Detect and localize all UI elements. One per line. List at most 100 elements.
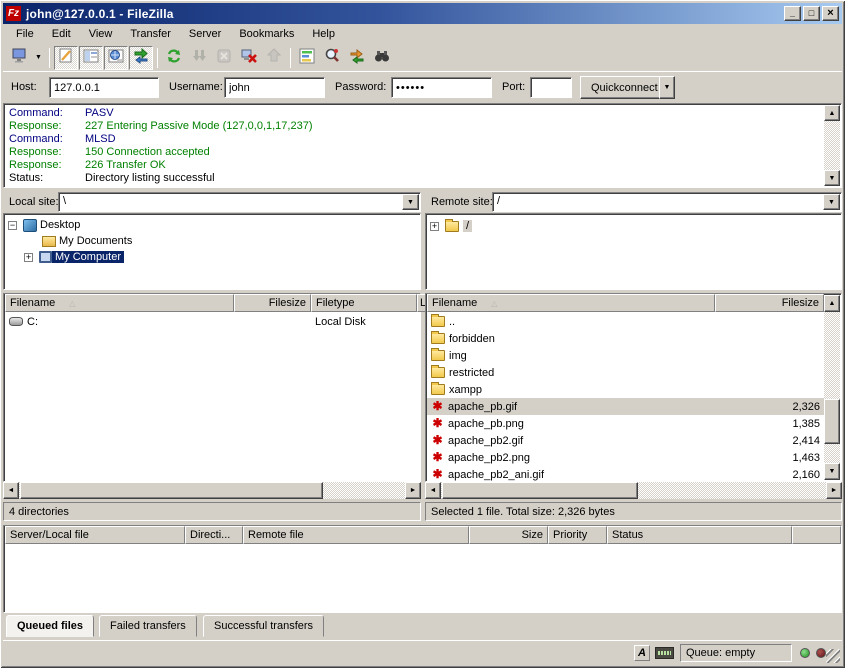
scroll-up-icon[interactable]: ▲ (824, 295, 840, 312)
image-file-icon: ✱ (431, 451, 444, 464)
site-manager-dropdown[interactable]: ▼ (32, 47, 45, 69)
scrollbar-thumb[interactable] (824, 399, 840, 444)
menu-file[interactable]: File (7, 26, 43, 42)
remote-column-filesize[interactable]: Filesize (715, 294, 824, 312)
queue-column-remote-file[interactable]: Remote file (243, 526, 469, 544)
scrollbar-thumb[interactable] (442, 482, 638, 499)
scroll-right-icon[interactable]: ► (826, 482, 842, 499)
menu-view[interactable]: View (80, 26, 122, 42)
toggle-log-button[interactable] (54, 46, 78, 70)
remote-file-row[interactable]: restricted (427, 364, 824, 381)
host-input[interactable] (49, 77, 159, 98)
local-column-filetype[interactable]: Filetype (311, 294, 417, 312)
expand-icon[interactable]: + (430, 222, 439, 231)
remote-file-row-selected[interactable]: ✱apache_pb.gif2,326 (427, 398, 824, 415)
expand-icon[interactable]: + (24, 253, 33, 262)
remote-file-row[interactable]: ✱apache_pb2.gif2,414 (427, 432, 824, 449)
log-line: Status:Directory listing successful (9, 172, 821, 186)
queue-column-size[interactable]: Size (469, 526, 548, 544)
toggle-local-tree-button[interactable] (79, 46, 103, 70)
site-manager-button[interactable] (7, 46, 31, 70)
remote-site-dropdown[interactable]: ▼ (823, 194, 840, 210)
queue-status-text: Queue: empty (686, 647, 755, 659)
image-file-icon: ✱ (431, 468, 444, 481)
local-column-filesize[interactable]: Filesize (234, 294, 311, 312)
folder-icon (431, 316, 445, 327)
toggle-remote-tree-button[interactable] (104, 46, 128, 70)
reconnect-button[interactable] (262, 46, 286, 70)
menu-bookmarks[interactable]: Bookmarks (230, 26, 303, 42)
transfer-type-icon[interactable]: A (634, 645, 650, 661)
remote-hscrollbar: ◄ ► (425, 482, 842, 499)
cancel-button[interactable] (212, 46, 236, 70)
remote-file-row[interactable]: forbidden (427, 330, 824, 347)
toggle-queue-button[interactable] (129, 46, 153, 70)
scroll-down-icon[interactable]: ▼ (824, 170, 840, 186)
scroll-left-icon[interactable]: ◄ (3, 482, 19, 499)
minimize-button[interactable]: _ (784, 6, 801, 21)
remote-file-row[interactable]: xampp (427, 381, 824, 398)
synchronized-browsing-icon (348, 47, 366, 68)
tab-failed-transfers[interactable]: Failed transfers (99, 615, 197, 637)
message-log-icon (57, 47, 75, 68)
local-file-row[interactable]: C: Local Disk (5, 313, 419, 330)
tab-successful-transfers[interactable]: Successful transfers (203, 615, 324, 637)
tree-item-my-documents[interactable]: My Documents (42, 233, 135, 249)
tree-item-desktop[interactable]: − Desktop (8, 217, 83, 233)
directory-comparison-icon (323, 47, 341, 68)
tree-item-root[interactable]: + / (430, 218, 472, 234)
local-status-bar: 4 directories (3, 502, 421, 521)
queue-column-priority[interactable]: Priority (548, 526, 607, 544)
local-site-dropdown[interactable]: ▼ (402, 194, 419, 210)
scroll-right-icon[interactable]: ► (405, 482, 421, 499)
disconnect-button[interactable] (237, 46, 261, 70)
password-label: Password: (335, 81, 386, 93)
remote-vscrollbar-track[interactable] (824, 295, 840, 480)
queue-column-direction[interactable]: Directi... (185, 526, 243, 544)
desktop-icon (23, 219, 37, 232)
scroll-up-icon[interactable]: ▲ (824, 105, 840, 121)
maximize-button[interactable]: □ (803, 6, 820, 21)
speed-limit-icon[interactable] (655, 647, 674, 659)
remote-pane-top: Remote site: / ▼ + / (425, 190, 842, 290)
title-bar[interactable]: Fz john@127.0.0.1 - FileZilla _ □ × (3, 3, 842, 24)
queue-column-status[interactable]: Status (607, 526, 792, 544)
menu-server[interactable]: Server (180, 26, 230, 42)
username-input[interactable] (224, 77, 325, 98)
filter-button[interactable] (295, 46, 319, 70)
quickconnect-button[interactable]: Quickconnect (580, 76, 669, 99)
menu-transfer[interactable]: Transfer (121, 26, 180, 42)
refresh-button[interactable] (162, 46, 186, 70)
log-line: Response:227 Entering Passive Mode (127,… (9, 120, 821, 134)
process-queue-icon (190, 47, 208, 68)
remote-file-row[interactable]: ✱apache_pb.png1,385 (427, 415, 824, 432)
local-site-combo[interactable]: \ (58, 192, 421, 212)
process-queue-button[interactable] (187, 46, 211, 70)
compare-button[interactable] (320, 46, 344, 70)
remote-file-row[interactable]: .. (427, 313, 824, 330)
scrollbar-thumb[interactable] (20, 482, 323, 499)
remote-site-combo[interactable]: / (492, 192, 842, 212)
queue-column-server-local-file[interactable]: Server/Local file (5, 526, 185, 544)
remote-file-row[interactable]: ✱apache_pb2.png1,463 (427, 449, 824, 466)
message-log: Command:PASV Response:227 Entering Passi… (3, 103, 842, 188)
app-logo-icon: Fz (6, 6, 21, 21)
port-input[interactable] (530, 77, 572, 98)
tab-queued-files[interactable]: Queued files (6, 615, 94, 637)
find-files-button[interactable] (370, 46, 394, 70)
quickconnect-dropdown[interactable]: ▼ (659, 76, 675, 99)
local-column-filename[interactable]: Filename△ (5, 294, 234, 312)
password-input[interactable] (391, 77, 492, 98)
remote-file-row[interactable]: ✱apache_pb2_ani.gif2,160 (427, 466, 824, 483)
tree-item-my-computer[interactable]: + My Computer (24, 249, 124, 265)
resize-grip[interactable] (826, 649, 840, 663)
menu-help[interactable]: Help (303, 26, 344, 42)
scroll-left-icon[interactable]: ◄ (425, 482, 441, 499)
menu-edit[interactable]: Edit (43, 26, 80, 42)
synchronized-browsing-button[interactable] (345, 46, 369, 70)
collapse-icon[interactable]: − (8, 221, 17, 230)
remote-file-row[interactable]: img (427, 347, 824, 364)
close-button[interactable]: × (822, 6, 839, 21)
remote-column-filename[interactable]: Filename△ (427, 294, 715, 312)
scroll-down-icon[interactable]: ▼ (824, 463, 840, 480)
